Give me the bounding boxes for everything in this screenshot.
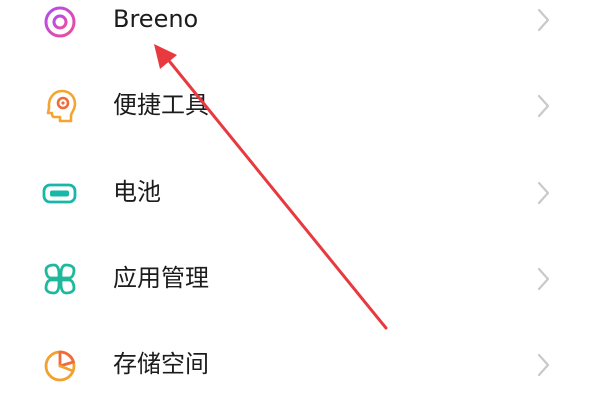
settings-item-label: 应用管理	[113, 264, 209, 292]
chevron-right-icon	[537, 94, 550, 118]
settings-item-storage[interactable]: 存储空间	[0, 321, 600, 407]
chevron-right-icon	[537, 181, 550, 205]
chevron-right-icon	[537, 353, 550, 377]
chevron-right-icon	[537, 8, 550, 32]
app-grid-icon	[44, 263, 76, 295]
settings-item-label: 存储空间	[113, 350, 209, 378]
settings-screen: Breeno 便捷工具 电池 应用管理 存储空间	[0, 0, 600, 420]
settings-item-app-management[interactable]: 应用管理	[0, 235, 600, 321]
settings-item-shortcuts[interactable]: 便捷工具	[0, 63, 600, 149]
head-gear-icon	[46, 89, 77, 123]
battery-icon	[42, 183, 77, 204]
settings-item-battery[interactable]: 电池	[0, 149, 600, 235]
settings-item-label: Breeno	[113, 5, 199, 33]
settings-list: Breeno 便捷工具 电池 应用管理 存储空间	[0, 0, 600, 420]
breeno-ring-icon	[44, 6, 76, 38]
storage-pie-icon	[44, 350, 76, 382]
settings-item-label: 便捷工具	[113, 91, 209, 119]
chevron-right-icon	[537, 267, 550, 291]
settings-item-label: 电池	[113, 178, 161, 206]
settings-item-breeno[interactable]: Breeno	[0, 0, 600, 63]
